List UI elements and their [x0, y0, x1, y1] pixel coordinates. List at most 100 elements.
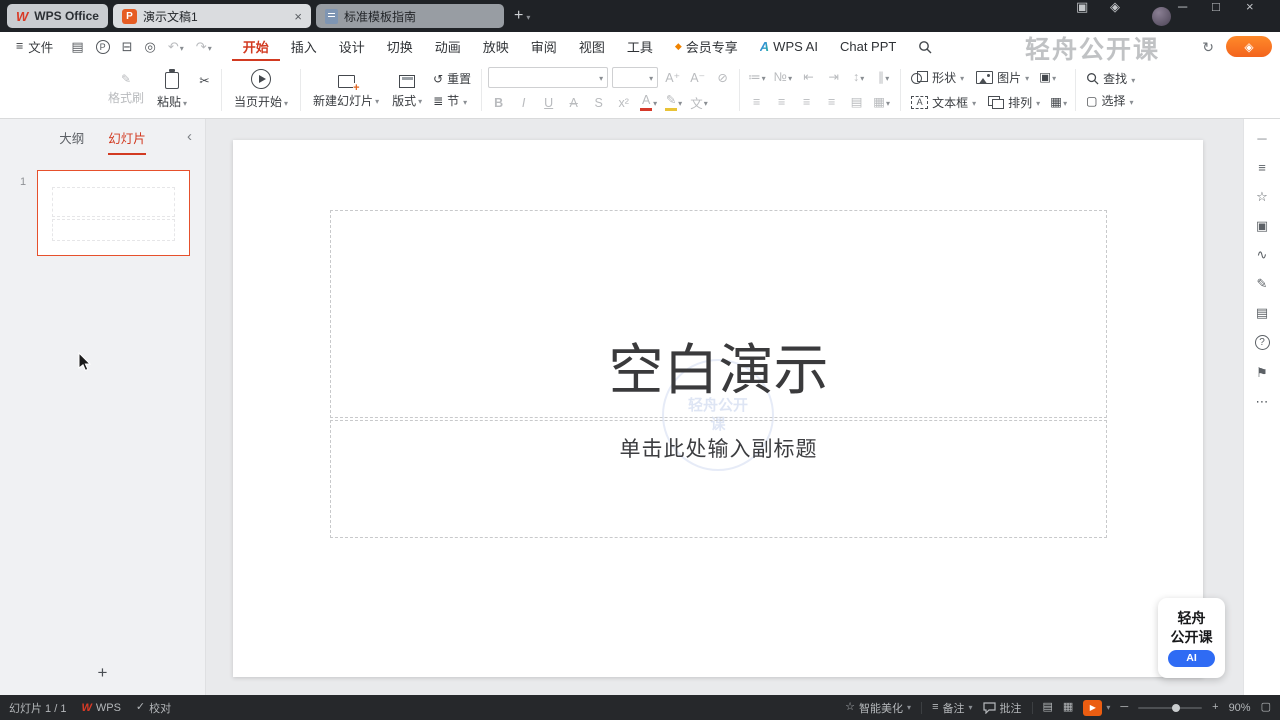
tab-outline-pane[interactable]: 大纲	[59, 119, 84, 155]
columns-button[interactable]	[873, 67, 894, 87]
chart-icon[interactable]	[1257, 248, 1268, 261]
font-size-select[interactable]	[612, 66, 659, 88]
tab-slideshow[interactable]: 放映	[472, 32, 520, 61]
numbering-button[interactable]	[772, 67, 794, 87]
member-upgrade-button[interactable]	[1226, 36, 1272, 57]
slide-library-icon[interactable]	[1256, 219, 1268, 232]
justify-button[interactable]	[821, 92, 842, 112]
bullets-button[interactable]	[746, 67, 768, 87]
decrease-font-button[interactable]: A⁻	[687, 67, 708, 87]
play-from-current-button[interactable]: 当页开始	[228, 64, 294, 116]
undo-button[interactable]	[168, 40, 184, 53]
tab-view[interactable]: 视图	[568, 32, 616, 61]
minimize-button[interactable]	[1178, 0, 1212, 32]
format-painter-button[interactable]: 格式刷	[102, 64, 150, 116]
file-menu-button[interactable]: 文件	[8, 37, 61, 56]
section-button[interactable]: 节	[429, 92, 475, 109]
search-button[interactable]	[907, 32, 943, 61]
maximize-button[interactable]	[1212, 0, 1246, 32]
textbox-button[interactable]: 文本框	[907, 94, 980, 111]
tab-insert[interactable]: 插入	[280, 32, 328, 61]
close-tab-icon[interactable]	[294, 10, 302, 23]
align-center-button[interactable]	[771, 92, 792, 112]
redo-button[interactable]	[196, 40, 212, 53]
superscript-button[interactable]: x²	[613, 93, 634, 113]
tab-slides-pane[interactable]: 幻灯片	[108, 119, 146, 155]
zoom-out-icon[interactable]	[1120, 702, 1128, 713]
edit-tools-icon[interactable]	[1257, 277, 1268, 290]
gift-icon[interactable]	[1110, 0, 1144, 32]
font-color-button[interactable]: A	[638, 93, 659, 113]
tab-animation[interactable]: 动画	[424, 32, 472, 61]
sync-icon[interactable]	[1202, 40, 1214, 54]
highlight-color-button[interactable]	[663, 93, 684, 113]
new-slide-button[interactable]: 新建幻灯片	[307, 64, 385, 116]
text-shadow-button[interactable]: S	[588, 93, 609, 113]
zoom-slider-thumb[interactable]	[1172, 703, 1181, 712]
course-badge[interactable]: 轻舟 公开课 AI	[1158, 598, 1225, 678]
user-avatar[interactable]	[1144, 0, 1178, 32]
underline-button[interactable]: U	[538, 93, 559, 113]
reset-button[interactable]: 重置	[429, 70, 475, 87]
clear-format-button[interactable]: ⊘	[712, 67, 733, 87]
more-insert-button[interactable]	[1048, 92, 1069, 112]
increase-font-button[interactable]: A⁺	[662, 67, 683, 87]
select-button[interactable]: 选择	[1082, 92, 1139, 109]
slide[interactable]: 轻舟公开课 空白演示 单击此处输入副标题	[233, 140, 1203, 677]
play-slideshow-button[interactable]: ▶	[1083, 699, 1110, 716]
notes-button[interactable]: 备注	[932, 700, 972, 716]
document-tab[interactable]: P 演示文稿1	[112, 4, 311, 28]
wps-status-button[interactable]: W WPS	[81, 702, 120, 714]
zoom-in-icon[interactable]	[1212, 702, 1218, 713]
subtitle-placeholder[interactable]: 单击此处输入副标题	[330, 420, 1107, 538]
comments-button[interactable]: 批注	[982, 700, 1022, 716]
template-guide-tab[interactable]: 标准模板指南	[315, 4, 504, 28]
strikethrough-button[interactable]: A	[563, 93, 584, 113]
wps-home-tab[interactable]: W WPS Office	[7, 4, 108, 28]
smart-beautify-button[interactable]: 智能美化	[845, 700, 911, 716]
zoom-slider[interactable]	[1138, 703, 1203, 712]
normal-view-icon[interactable]	[1043, 702, 1053, 713]
new-tab-button[interactable]	[514, 8, 530, 24]
font-name-select[interactable]	[488, 66, 609, 88]
slide-sorter-icon[interactable]	[1063, 702, 1073, 713]
text-effect-button[interactable]: 文	[688, 93, 710, 113]
insert-media-button[interactable]	[1037, 67, 1058, 87]
tab-tools[interactable]: 工具	[616, 32, 664, 61]
cut-button[interactable]	[194, 72, 215, 92]
close-window-button[interactable]	[1246, 0, 1280, 32]
align-left-button[interactable]	[746, 92, 767, 112]
play-button[interactable]: ▶	[1083, 699, 1103, 716]
export-pdf-icon[interactable]	[95, 39, 110, 54]
notes-pane-icon[interactable]	[1256, 306, 1268, 319]
tab-review[interactable]: 审阅	[520, 32, 568, 61]
tab-design[interactable]: 设计	[328, 32, 376, 61]
italic-button[interactable]: I	[513, 93, 534, 113]
bold-button[interactable]: B	[488, 93, 509, 113]
align-right-button[interactable]	[796, 92, 817, 112]
slide-thumbnail[interactable]	[37, 170, 190, 256]
tab-wps-ai[interactable]: A WPS AI	[749, 32, 829, 61]
help-icon[interactable]	[1254, 335, 1270, 350]
print-preview-icon[interactable]	[145, 40, 156, 53]
title-placeholder[interactable]: 空白演示	[330, 210, 1107, 418]
flag-icon[interactable]	[1256, 366, 1268, 379]
arrange-button[interactable]: 排列	[984, 94, 1044, 111]
properties-icon[interactable]	[1258, 161, 1266, 174]
tab-home[interactable]: 开始	[232, 32, 280, 61]
fit-window-icon[interactable]	[1261, 702, 1271, 713]
increase-indent-button[interactable]	[823, 67, 844, 87]
text-direction-button[interactable]	[871, 92, 892, 112]
zoom-level[interactable]: 90%	[1229, 702, 1251, 714]
collapse-toolbar-icon[interactable]	[1257, 132, 1266, 145]
paste-button[interactable]: 粘贴	[150, 64, 194, 116]
pictures-button[interactable]: 图片	[972, 69, 1033, 86]
more-tools-icon[interactable]	[1256, 395, 1269, 408]
save-icon[interactable]	[71, 40, 83, 53]
collapse-panel-icon[interactable]	[187, 129, 192, 145]
add-slide-button[interactable]	[98, 664, 108, 681]
decrease-indent-button[interactable]	[798, 67, 819, 87]
layout-button[interactable]: 版式	[385, 64, 429, 116]
find-button[interactable]: 查找	[1082, 70, 1139, 87]
line-spacing-button[interactable]	[848, 67, 869, 87]
